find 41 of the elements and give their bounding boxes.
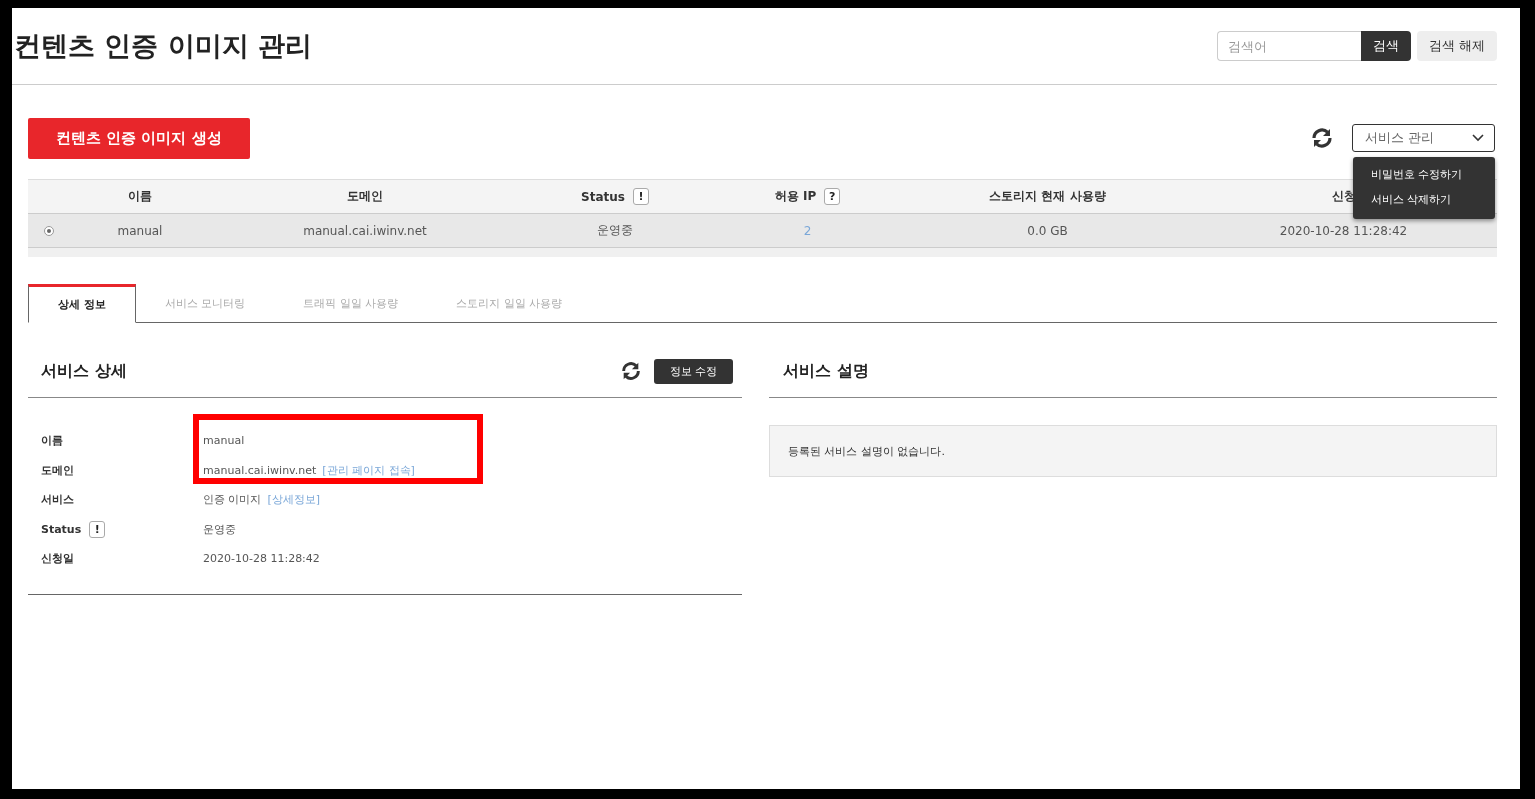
page-title: 컨텐츠 인증 이미지 관리 [14,29,313,63]
create-button[interactable]: 컨텐츠 인증 이미지 생성 [28,117,250,159]
help-badge[interactable]: ! [89,520,106,538]
help-badge[interactable]: ! [632,188,649,205]
field-label: 서비스 [41,492,74,508]
menu-item[interactable]: 비밀번호 수정하기 [1353,163,1495,188]
table-cell: 운영중 [597,223,633,237]
help-badge[interactable]: ? [824,188,841,205]
tab[interactable]: 상세 정보 [28,284,136,323]
chevron-icon [1472,134,1484,142]
radio-button[interactable] [44,225,54,236]
clear-search-button[interactable]: 검색 해제 [1416,31,1497,61]
edit-button[interactable]: 정보 수정 [653,358,733,384]
column-header: 허용 IP [774,188,817,205]
field-label: 신청일 [41,551,74,567]
table-cell: manual.cai.iwinv.net [303,223,427,238]
table-cell: manual [117,223,163,238]
field-label: 이름 [41,433,63,449]
field-label: Status [41,522,82,536]
refresh-icon[interactable] [1310,126,1334,150]
table-cell: 2020-10-28 11:28:42 [1279,223,1408,238]
column-header: 이름 [128,188,152,205]
search-field[interactable]: 검색어 [1216,31,1361,61]
field-value: 운영중 [203,521,236,537]
service-dropdown[interactable]: 서비스 관리 [1352,124,1495,152]
field-value: manual.cai.iwinv.net [203,463,317,477]
section-title: 서비스 설명 [783,360,869,382]
field-label: 도메인 [41,462,74,478]
column-header: 스토리지 현재 사용량 [989,188,1106,205]
menu-item[interactable]: 서비스 삭제하기 [1353,188,1495,213]
section-title: 서비스 상세 [41,360,127,382]
refresh-icon[interactable] [619,360,642,382]
field-value: manual [203,434,245,448]
field-value: 인증 이미지 [203,492,262,508]
column-header: 도메인 [347,188,383,205]
description-text: 등록된 서비스 설명이 없습니다. [788,443,945,459]
column-header: Status [581,189,625,204]
search-button[interactable]: 검색 [1360,31,1411,61]
table-cell: 0.0 GB [1027,223,1068,238]
dropdown-label: 서비스 관리 [1365,129,1435,147]
field-value: 2020-10-28 11:28:42 [203,552,320,566]
